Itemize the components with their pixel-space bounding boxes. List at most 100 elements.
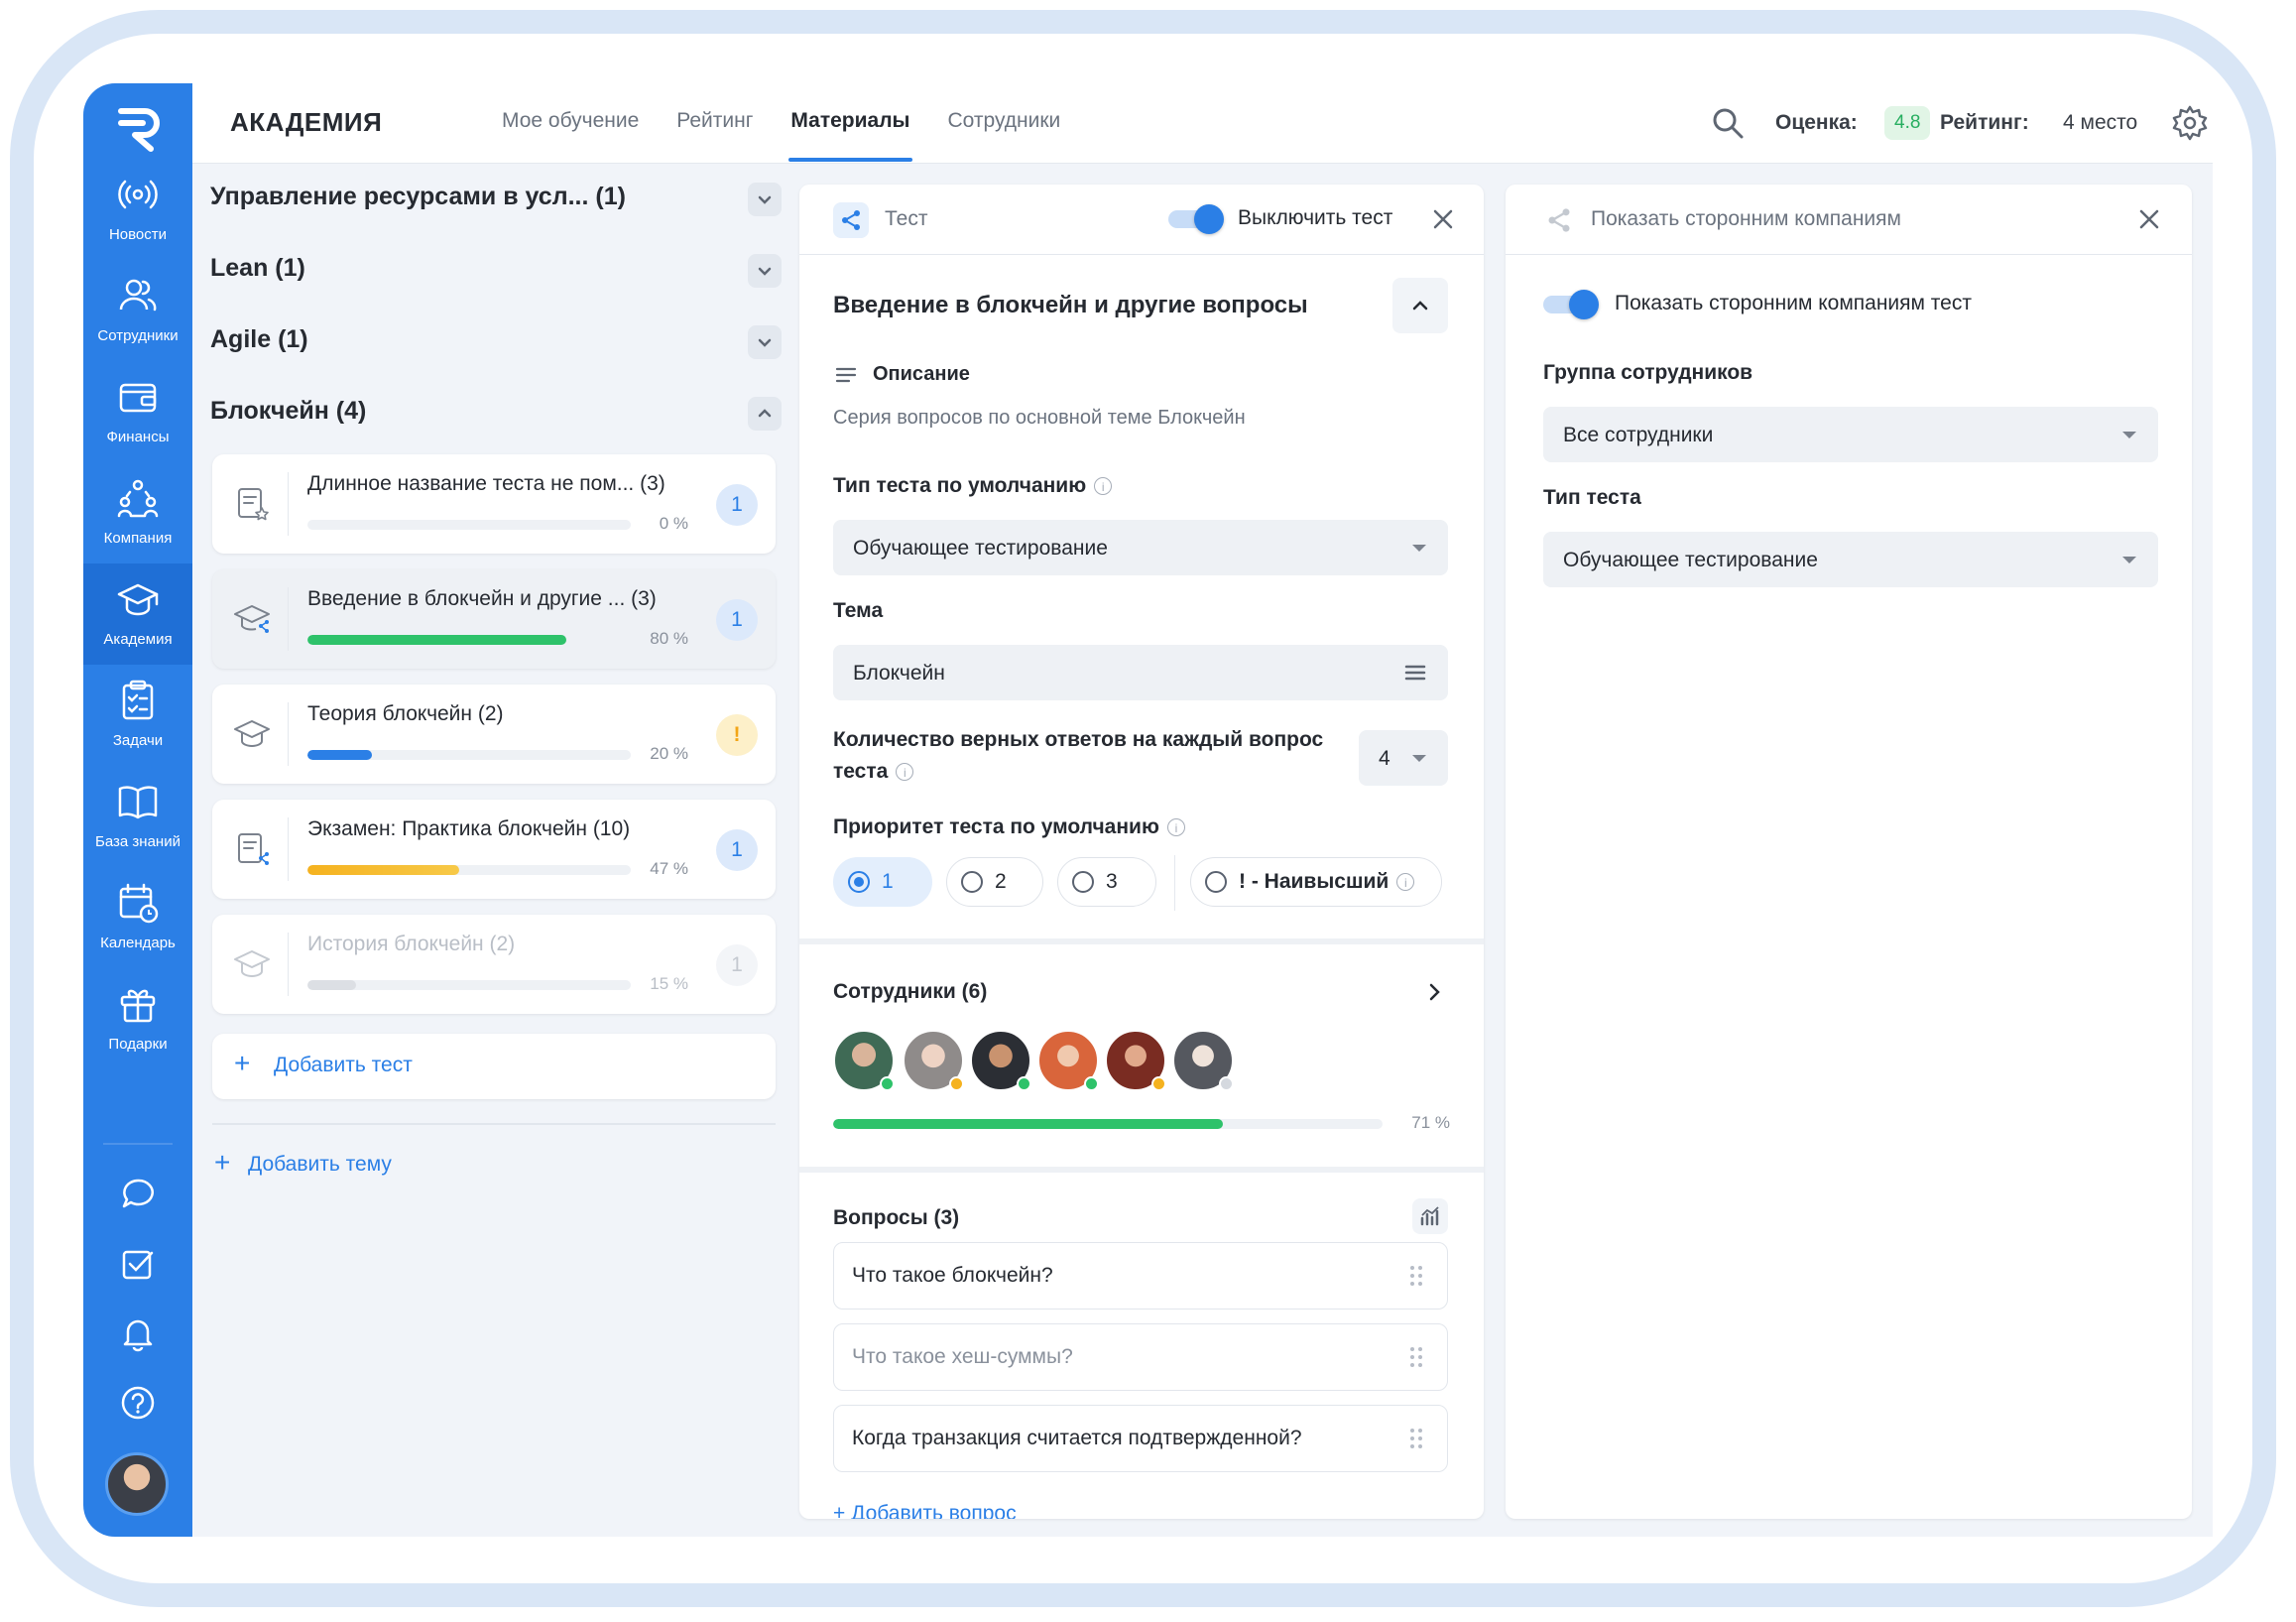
test-progress-bar	[307, 635, 631, 645]
gift-icon	[120, 989, 156, 1023]
chat-icon[interactable]	[118, 1175, 158, 1214]
sidebar-item-finance[interactable]: Финансы	[83, 361, 192, 462]
bell-icon[interactable]	[118, 1313, 158, 1353]
test-card-selected[interactable]: Введение в блокчейн и другие ... (3) 80 …	[212, 569, 776, 669]
caret-down-icon	[2122, 557, 2136, 563]
topic-title[interactable]: Agile (1)	[210, 325, 308, 354]
sidebar-item-employees[interactable]: Сотрудники	[83, 260, 192, 361]
question-item[interactable]: Что такое блокчейн?	[833, 1242, 1448, 1310]
stats-button[interactable]	[1412, 1198, 1448, 1234]
share-button[interactable]	[833, 202, 869, 238]
sidebar-item-knowledge-base[interactable]: База знаний	[83, 766, 192, 867]
priority-radio-3[interactable]: 3	[1057, 857, 1156, 907]
status-online	[1084, 1076, 1099, 1091]
topic-expand-button[interactable]	[748, 325, 782, 359]
collapse-button[interactable]	[1392, 278, 1448, 333]
chevron-down-icon	[758, 195, 772, 204]
company-icon	[117, 479, 159, 518]
test-count-badge: 1	[716, 599, 758, 641]
app-logo[interactable]	[111, 101, 165, 155]
test-type-select[interactable]: Обучающее тестирование	[1543, 532, 2158, 587]
share-toggle[interactable]	[1543, 290, 1601, 319]
info-icon[interactable]: i	[1094, 477, 1113, 496]
employee-avatar[interactable]	[970, 1030, 1031, 1091]
sidebar-item-news[interactable]: Новости	[83, 159, 192, 260]
sidebar-item-label: Задачи	[112, 732, 164, 749]
topic-collapse-button[interactable]	[748, 397, 782, 431]
topic-title[interactable]: Lean (1)	[210, 254, 305, 283]
tab-my-learning[interactable]: Мое обучение	[502, 109, 639, 133]
field-label: теста i	[833, 760, 914, 784]
test-count-badge: 1	[716, 829, 758, 871]
chevron-down-icon	[758, 338, 772, 347]
priority-radio-highest[interactable]: ! - Наивысший i	[1190, 857, 1442, 907]
employee-avatar[interactable]	[1037, 1030, 1099, 1091]
sidebar-item-label: Календарь	[100, 935, 176, 951]
chevron-down-icon	[758, 267, 772, 276]
topic-expand-button[interactable]	[748, 183, 782, 216]
test-title: Длинное название теста не пом... (3)	[307, 472, 665, 495]
sidebar-item-company[interactable]: Компания	[83, 462, 192, 563]
score-label: Оценка:	[1775, 111, 1858, 134]
sidebar-item-calendar[interactable]: Календарь	[83, 867, 192, 968]
question-item[interactable]: Что такое хеш-суммы?	[833, 1323, 1448, 1391]
topic-expand-button[interactable]	[748, 254, 782, 288]
gear-icon[interactable]	[2170, 103, 2210, 143]
user-avatar[interactable]	[105, 1452, 169, 1516]
plus-icon: +	[214, 1147, 231, 1178]
tab-employees[interactable]: Сотрудники	[948, 109, 1061, 133]
employee-avatar[interactable]	[1172, 1030, 1234, 1091]
test-progress-bar	[307, 980, 631, 990]
test-type-select[interactable]: Обучающее тестирование	[833, 520, 1448, 575]
brand-title: АКАДЕМИЯ	[230, 107, 383, 137]
test-progress-bar	[307, 865, 631, 875]
test-card-disabled[interactable]: История блокчейн (2) 15 % 1	[212, 915, 776, 1014]
status-online	[880, 1076, 895, 1091]
topic-title[interactable]: Управление ресурсами в усл... (1)	[210, 183, 626, 211]
tab-materials[interactable]: Материалы	[790, 109, 909, 133]
test-card[interactable]: Экзамен: Практика блокчейн (10) 47 % 1	[212, 800, 776, 899]
search-icon[interactable]	[1708, 103, 1748, 143]
answers-count-select[interactable]: 4	[1359, 730, 1448, 786]
info-icon[interactable]: i	[896, 763, 914, 782]
disable-test-toggle[interactable]	[1168, 204, 1226, 234]
field-label: Количество верных ответов на каждый вопр…	[833, 728, 1324, 751]
info-icon[interactable]: i	[1396, 873, 1415, 892]
employee-avatar[interactable]	[903, 1030, 964, 1091]
topic-title[interactable]: Блокчейн (4)	[210, 397, 366, 426]
employee-avatar[interactable]	[833, 1030, 895, 1091]
employee-group-select[interactable]: Все сотрудники	[1543, 407, 2158, 462]
drag-handle-icon[interactable]	[1409, 1265, 1423, 1287]
priority-radio-1[interactable]: 1	[833, 857, 932, 907]
sidebar-item-tasks[interactable]: Задачи	[83, 665, 192, 766]
priority-radio-2[interactable]: 2	[946, 857, 1043, 907]
drag-handle-icon[interactable]	[1409, 1346, 1423, 1368]
description-text: Серия вопросов по основной теме Блокчейн	[833, 407, 1246, 429]
chevron-up-icon	[758, 409, 772, 418]
close-icon[interactable]	[1428, 204, 1458, 234]
checkbox-icon[interactable]	[118, 1244, 158, 1284]
close-icon[interactable]	[2134, 204, 2164, 234]
chevron-up-icon	[1412, 301, 1428, 311]
tab-rating[interactable]: Рейтинг	[676, 109, 753, 133]
field-label: Тип теста по умолчанию i	[833, 474, 1113, 498]
sidebar-item-academy[interactable]: Академия	[83, 563, 192, 665]
plus-icon: +	[234, 1048, 251, 1078]
test-card[interactable]: Длинное название теста не пом... (3) 0 %…	[212, 454, 776, 554]
test-title: История блокчейн (2)	[307, 933, 516, 955]
theme-select[interactable]: Блокчейн	[833, 645, 1448, 700]
chevron-right-icon[interactable]	[1422, 980, 1446, 1004]
test-progress-bar	[307, 520, 631, 530]
add-test-button[interactable]: + Добавить тест	[212, 1034, 776, 1099]
sidebar-item-label: База знаний	[95, 833, 181, 850]
add-question-button[interactable]: + Добавить вопрос	[833, 1502, 1017, 1519]
graduation-cap-icon	[117, 583, 159, 616]
info-icon[interactable]: i	[1166, 818, 1185, 837]
question-item[interactable]: Когда транзакция считается подтвержденно…	[833, 1405, 1448, 1472]
test-card[interactable]: Теория блокчейн (2) 20 % !	[212, 685, 776, 784]
sidebar: Новости Сотрудники Финансы Компания Акад…	[83, 83, 192, 1537]
sidebar-item-gifts[interactable]: Подарки	[83, 968, 192, 1069]
drag-handle-icon[interactable]	[1409, 1428, 1423, 1449]
employee-avatar[interactable]	[1105, 1030, 1166, 1091]
help-icon[interactable]	[118, 1383, 158, 1423]
